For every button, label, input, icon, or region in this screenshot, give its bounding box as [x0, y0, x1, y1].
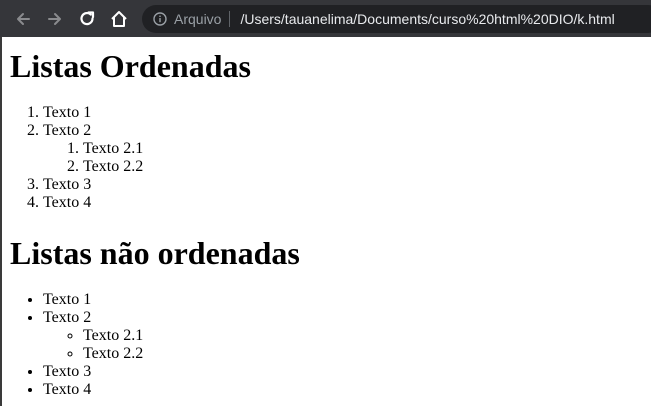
ordered-list: Texto 1 Texto 2 Texto 2.1 Texto 2.2 Text… [3, 104, 143, 212]
info-icon[interactable] [152, 11, 168, 27]
scheme-label: Arquivo [174, 11, 222, 27]
list-item: Texto 2.2 [83, 345, 143, 363]
list-item: Texto 3 [43, 363, 143, 381]
list-item: Texto 1 [43, 104, 143, 122]
ordered-lists-heading: Listas Ordenadas [10, 48, 251, 84]
unordered-lists-heading: Listas não ordenadas [10, 235, 300, 271]
arrow-right-icon [48, 13, 61, 25]
browser-toolbar: Arquivo /Users/tauanelima/Documents/curs… [0, 0, 651, 37]
list-item: Texto 4 [43, 381, 143, 399]
home-button[interactable] [108, 8, 130, 30]
nested-unordered-list: Texto 2.1 Texto 2.2 [43, 327, 143, 363]
address-bar[interactable]: Arquivo /Users/tauanelima/Documents/curs… [142, 5, 651, 33]
list-item: Texto 2 Texto 2.1 Texto 2.2 [43, 122, 143, 176]
home-icon [111, 11, 127, 27]
url-text[interactable]: /Users/tauanelima/Documents/curso%20html… [240, 11, 614, 27]
address-divider [229, 11, 231, 27]
unordered-list: Texto 1 Texto 2 Texto 2.1 Texto 2.2 Text… [3, 291, 143, 399]
reload-button[interactable] [76, 8, 98, 30]
page-content: Listas Ordenadas Texto 1 Texto 2 Texto 2… [0, 37, 651, 406]
list-item: Texto 2.1 [83, 140, 143, 158]
list-item: Texto 2 Texto 2.1 Texto 2.2 [43, 309, 143, 363]
list-item-label: Texto 2 [43, 122, 92, 139]
list-item: Texto 4 [43, 194, 143, 212]
list-item: Texto 3 [43, 176, 143, 194]
list-item: Texto 2.1 [83, 327, 143, 345]
arrow-left-icon [17, 13, 30, 25]
list-item: Texto 2.2 [83, 158, 143, 176]
back-button[interactable] [12, 8, 34, 30]
list-item: Texto 1 [43, 291, 143, 309]
list-item-label: Texto 2 [43, 309, 92, 326]
nested-ordered-list: Texto 2.1 Texto 2.2 [43, 140, 143, 176]
forward-button[interactable] [44, 8, 66, 30]
reload-icon [80, 11, 95, 26]
